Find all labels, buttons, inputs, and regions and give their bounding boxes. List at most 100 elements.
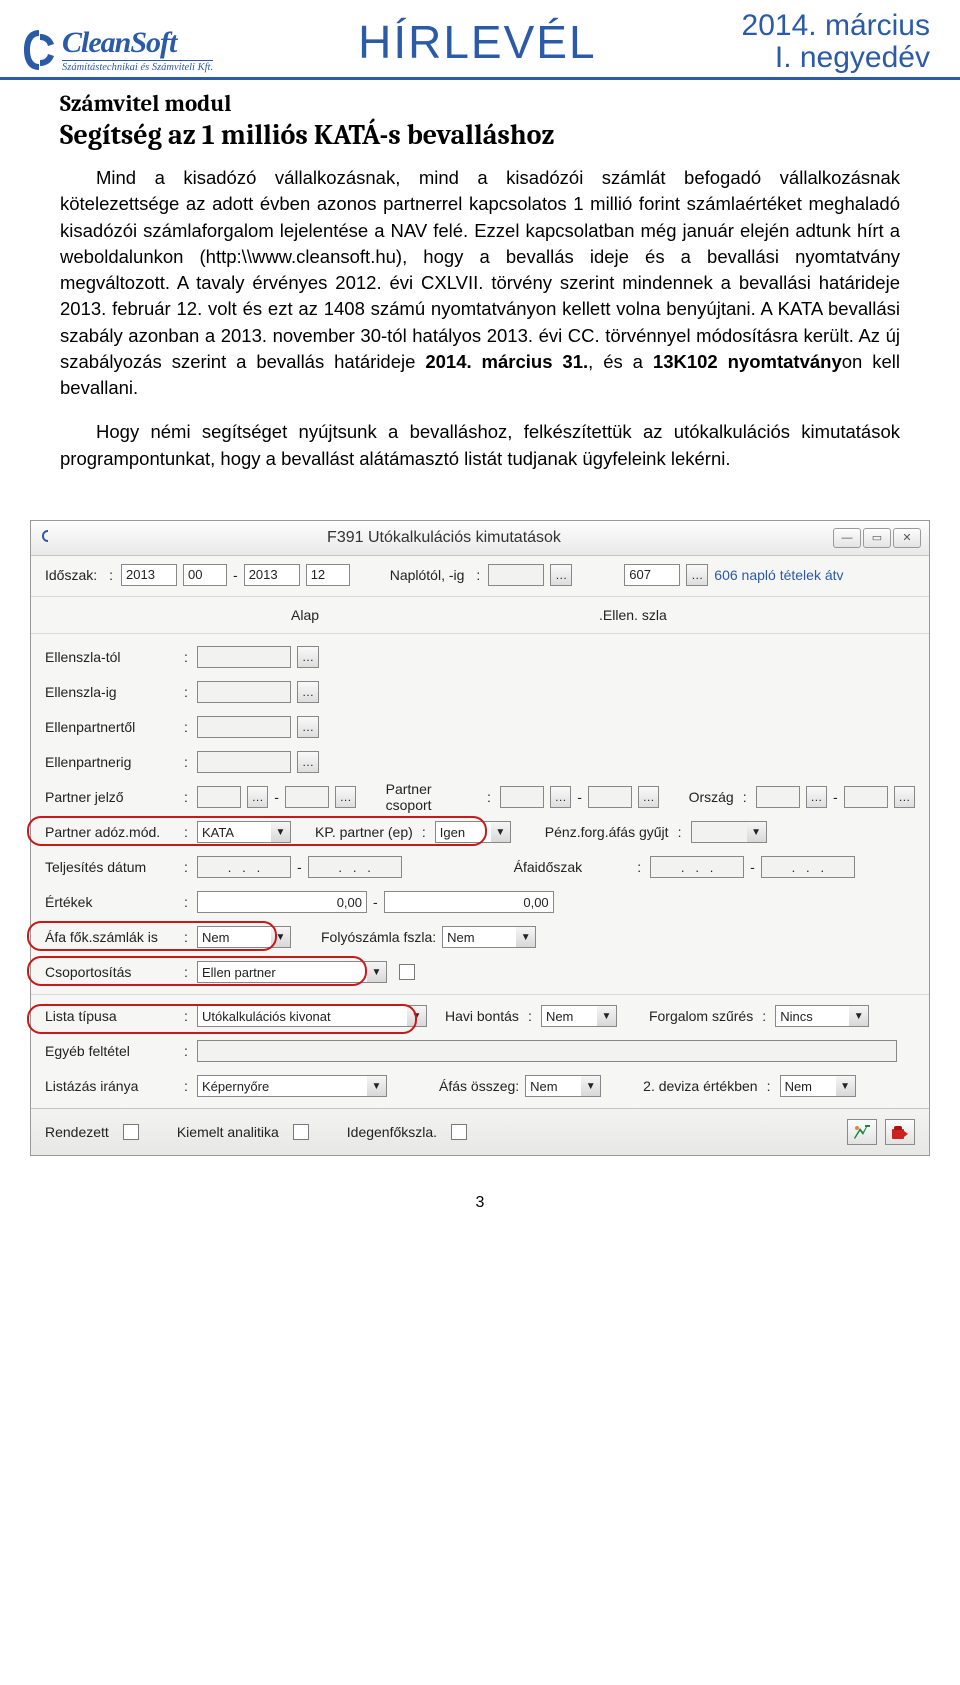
ellenszla-tol-lookup[interactable]: … xyxy=(297,646,319,668)
app-icon xyxy=(41,529,55,543)
afaidoszak-label: Áfaidőszak xyxy=(514,859,582,875)
ellenszla-ig-label: Ellenszla-ig xyxy=(45,684,175,700)
dialog-footer: Rendezett Kiemelt analitika Idegenfőkszl… xyxy=(31,1108,929,1155)
ertek-to[interactable] xyxy=(384,891,554,913)
penzforg-dropdown[interactable]: ▼ xyxy=(747,821,767,843)
partner-csoport-to-input[interactable] xyxy=(588,786,632,808)
lista-tipusa-select[interactable] xyxy=(197,1005,407,1027)
kiemelt-label: Kiemelt analitika xyxy=(177,1124,279,1140)
ellenpartnerig-lookup[interactable]: … xyxy=(297,751,319,773)
partner-adoz-select[interactable] xyxy=(197,821,271,843)
partner-jelzo-lookup[interactable]: … xyxy=(247,786,268,808)
penzforg-select[interactable] xyxy=(691,821,747,843)
maximize-button[interactable]: ▭ xyxy=(863,528,891,548)
folyoszla-select[interactable] xyxy=(442,926,516,948)
afaidoszak-from[interactable] xyxy=(650,856,744,878)
egyeb-label: Egyéb feltétel xyxy=(45,1043,175,1059)
ellenpartnertol-input[interactable] xyxy=(197,716,291,738)
page-header: CleanSoft Számítástechnikai és Számvitel… xyxy=(0,0,960,80)
telj-datum-to[interactable] xyxy=(308,856,402,878)
naplo-to-input[interactable] xyxy=(624,564,680,586)
kp-partner-dropdown[interactable]: ▼ xyxy=(491,821,511,843)
afaidoszak-to[interactable] xyxy=(761,856,855,878)
issue-date-line1: 2014. március xyxy=(742,10,930,42)
logo: CleanSoft Számítástechnikai és Számvitel… xyxy=(20,26,213,73)
naplo-to-lookup[interactable]: … xyxy=(686,564,708,586)
month-from-input[interactable] xyxy=(183,564,227,586)
p1-text-c: , és a xyxy=(588,351,653,372)
p1-text-a: Mind a kisadózó vállalkozásnak, mind a k… xyxy=(60,167,900,372)
ellenpartnerig-input[interactable] xyxy=(197,751,291,773)
p1-bold-date: 2014. március 31. xyxy=(425,351,588,372)
minimize-button[interactable]: — xyxy=(833,528,861,548)
ellenszla-tol-input[interactable] xyxy=(197,646,291,668)
naplo-from-lookup[interactable]: … xyxy=(550,564,572,586)
kp-partner-select[interactable] xyxy=(435,821,491,843)
idegen-check[interactable] xyxy=(451,1124,467,1140)
ellenpartnertol-lookup[interactable]: … xyxy=(297,716,319,738)
lista-tipusa-label: Lista típusa xyxy=(45,1008,175,1024)
egyeb-input[interactable] xyxy=(197,1040,897,1062)
ertekek-label: Értékek xyxy=(45,894,175,910)
deviza2-select[interactable] xyxy=(780,1075,836,1097)
afas-osszeg-dropdown[interactable]: ▼ xyxy=(581,1075,601,1097)
orszag-to-lookup[interactable]: … xyxy=(894,786,915,808)
logo-mark-icon xyxy=(20,28,58,72)
partner-adoz-label: Partner adóz.mód. xyxy=(45,824,175,840)
page-number: 3 xyxy=(0,1186,960,1232)
listazas-iranya-dropdown[interactable]: ▼ xyxy=(367,1075,387,1097)
exit-button[interactable] xyxy=(885,1119,915,1145)
rendezett-check[interactable] xyxy=(123,1124,139,1140)
partner-jelzo-to-lookup[interactable]: … xyxy=(335,786,356,808)
afas-osszeg-label: Áfás összeg: xyxy=(439,1078,519,1094)
year-from-input[interactable] xyxy=(121,564,177,586)
deviza2-dropdown[interactable]: ▼ xyxy=(836,1075,856,1097)
ertek-from[interactable] xyxy=(197,891,367,913)
year-to-input[interactable] xyxy=(244,564,300,586)
close-button[interactable]: ✕ xyxy=(893,528,921,548)
telj-datum-from[interactable] xyxy=(197,856,291,878)
section-label: Számvitel modul xyxy=(60,90,900,117)
forgalom-dropdown[interactable]: ▼ xyxy=(849,1005,869,1027)
partner-jelzo-input[interactable] xyxy=(197,786,241,808)
lista-tipusa-dropdown[interactable]: ▼ xyxy=(407,1005,427,1027)
orszag-input[interactable] xyxy=(756,786,800,808)
ellenszla-ig-lookup[interactable]: … xyxy=(297,681,319,703)
folyoszla-dropdown[interactable]: ▼ xyxy=(516,926,536,948)
listazas-iranya-select[interactable] xyxy=(197,1075,367,1097)
article-body: Számvitel modul Segítség az 1 milliós KA… xyxy=(0,80,960,520)
partner-csoport-input[interactable] xyxy=(500,786,544,808)
naplo-desc: 606 napló tételek átv xyxy=(714,567,843,583)
logo-subtitle: Számítástechnikai és Számviteli Kft. xyxy=(62,60,213,73)
dialog-window: F391 Utókalkulációs kimutatások — ▭ ✕ Id… xyxy=(30,520,930,1156)
csoportositas-select[interactable] xyxy=(197,961,367,983)
havi-bontas-dropdown[interactable]: ▼ xyxy=(597,1005,617,1027)
run-button[interactable] xyxy=(847,1119,877,1145)
orszag-to-input[interactable] xyxy=(844,786,888,808)
listazas-iranya-label: Listázás iránya xyxy=(45,1078,175,1094)
ellenszla-ig-input[interactable] xyxy=(197,681,291,703)
ellenpartnerig-label: Ellenpartnerig xyxy=(45,754,175,770)
col-ellen: .Ellen. szla xyxy=(599,607,667,623)
naplo-from-input[interactable] xyxy=(488,564,544,586)
logo-company: CleanSoft xyxy=(62,26,213,60)
partner-adoz-dropdown[interactable]: ▼ xyxy=(271,821,291,843)
partner-csoport-lookup[interactable]: … xyxy=(550,786,571,808)
month-to-input[interactable] xyxy=(306,564,350,586)
issue-date: 2014. március I. negyedév xyxy=(742,10,930,73)
afas-osszeg-select[interactable] xyxy=(525,1075,581,1097)
afa-fok-select[interactable] xyxy=(197,926,271,948)
ellenszla-tol-label: Ellenszla-tól xyxy=(45,649,175,665)
havi-bontas-select[interactable] xyxy=(541,1005,597,1027)
csoportositas-check[interactable] xyxy=(399,964,415,980)
column-headers: Alap .Ellen. szla xyxy=(31,597,929,634)
forgalom-select[interactable] xyxy=(775,1005,849,1027)
partner-jelzo-label: Partner jelző xyxy=(45,789,175,805)
partner-jelzo-to-input[interactable] xyxy=(285,786,329,808)
partner-csoport-to-lookup[interactable]: … xyxy=(638,786,659,808)
csoportositas-dropdown[interactable]: ▼ xyxy=(367,961,387,983)
kiemelt-check[interactable] xyxy=(293,1124,309,1140)
afa-fok-dropdown[interactable]: ▼ xyxy=(271,926,291,948)
orszag-lookup[interactable]: … xyxy=(806,786,827,808)
dialog-title: F391 Utókalkulációs kimutatások xyxy=(327,529,561,547)
